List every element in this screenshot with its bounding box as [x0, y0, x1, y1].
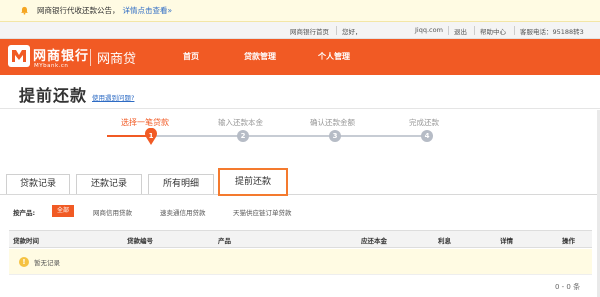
filter-option[interactable]: 速卖通信用贷款	[160, 207, 206, 217]
brand-domain: MYbank.cn	[34, 63, 69, 69]
step-label-1: 选择一笔贷款	[121, 118, 169, 127]
top-links-bar: 网商银行首页 您好， Jiqq.com 退出 帮助中心 客服电话：95188转3	[0, 22, 600, 39]
step-label-2: 输入还款本金	[218, 118, 263, 127]
main-header: 网商银行 MYbank.cn 网商贷 首页 贷款管理 个人管理	[0, 39, 600, 75]
nav-home[interactable]: 首页	[183, 51, 199, 62]
step-label-3: 确认还款金额	[310, 118, 355, 127]
brand-name: 网商银行	[33, 49, 90, 64]
col-product: 产品	[218, 237, 231, 245]
filter-option[interactable]: 天猫供应链订单贷款	[233, 207, 292, 217]
col-details: 详情	[500, 237, 513, 245]
help-link[interactable]: 使用遇到问题?	[92, 92, 134, 102]
col-interest: 利息	[438, 237, 451, 245]
empty-row: ! 暂无记录	[9, 249, 592, 275]
help-center-link[interactable]: 帮助中心	[480, 26, 506, 36]
bank-home-link[interactable]: 网商银行首页	[290, 26, 329, 36]
product-filter: 按产品: 全部 网商信用贷款 速卖通信用贷款 天猫供应链订单贷款	[0, 205, 600, 219]
tab-early-repayment[interactable]: 提前还款	[218, 168, 288, 196]
step-number-3: 3	[329, 130, 341, 142]
divider	[514, 26, 515, 35]
tab-all-details[interactable]: 所有明细	[148, 174, 214, 194]
divider	[448, 26, 449, 35]
col-actions: 操作	[562, 237, 575, 245]
step-number-1: 1	[149, 132, 154, 140]
notice-detail-link[interactable]: 详情点击查看»	[123, 5, 173, 16]
pagination-info: 0 - 0 条	[555, 283, 581, 291]
filter-option[interactable]: 网商信用贷款	[93, 207, 132, 217]
step-number-4: 4	[421, 130, 433, 142]
progress-line-pending	[152, 135, 430, 137]
product-name: 网商贷	[97, 52, 137, 67]
table-header: 贷款时间 贷款编号 产品 应还本金 利息 详情 操作	[9, 230, 592, 248]
nav-personal-management[interactable]: 个人管理	[318, 51, 350, 62]
notice-bar: 网商银行代收还款公告， 详情点击查看»	[0, 0, 600, 22]
notice-text: 网商银行代收还款公告，	[37, 6, 120, 15]
tab-loan-records[interactable]: 贷款记录	[6, 174, 70, 194]
step-label-4: 完成还款	[409, 118, 439, 127]
tab-repayment-records[interactable]: 还款记录	[76, 174, 142, 194]
divider	[0, 108, 600, 109]
empty-text: 暂无记录	[34, 259, 60, 267]
divider	[90, 49, 91, 66]
col-loan-time: 贷款时间	[13, 237, 39, 245]
greeting-text: 您好，	[342, 28, 362, 36]
col-loan-id: 贷款编号	[127, 237, 153, 245]
filter-all-chip[interactable]: 全部	[52, 205, 74, 217]
page-title: 提前还款	[19, 86, 88, 105]
tabs-baseline	[0, 194, 600, 195]
logout-link[interactable]: 退出	[454, 26, 467, 36]
current-step-pin-icon: 1	[145, 128, 157, 145]
service-phone: 客服电话：95188转3	[520, 28, 584, 36]
username-text: Jiqq.com	[415, 26, 443, 34]
col-principal: 应还本金	[361, 237, 387, 245]
divider	[336, 26, 337, 35]
info-icon: !	[19, 257, 29, 267]
nav-loan-management[interactable]: 贷款管理	[244, 51, 276, 62]
divider	[474, 26, 475, 35]
bell-icon	[21, 6, 28, 15]
filter-label: 按产品:	[13, 209, 36, 217]
step-number-2: 2	[237, 130, 249, 142]
mybank-logo-icon[interactable]	[8, 45, 30, 67]
